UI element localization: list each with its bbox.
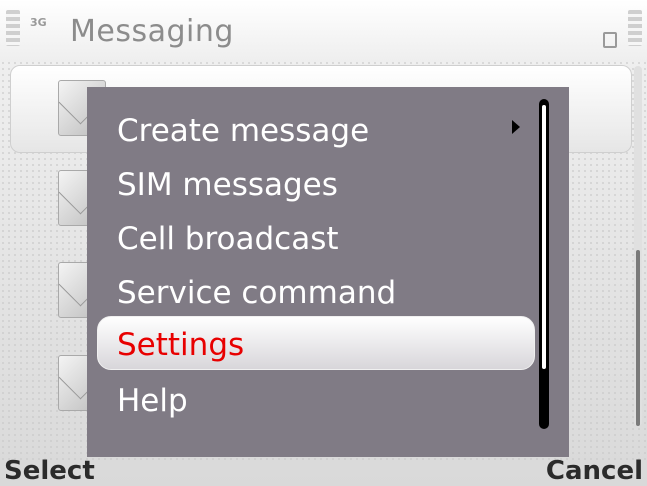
list-scrollbar-thumb[interactable]: [636, 250, 640, 426]
menu-item-service-command[interactable]: Service command: [117, 269, 396, 317]
menu-scrollbar-thumb[interactable]: [542, 105, 546, 369]
submenu-arrow-icon: [512, 120, 520, 134]
cancel-softkey[interactable]: Cancel: [546, 456, 643, 486]
title-bar: 3G Messaging: [0, 0, 647, 62]
phone-screen: 3G Messaging Create message SIM messages…: [0, 0, 647, 486]
menu-item-create-message[interactable]: Create message: [117, 107, 369, 155]
menu-item-sim-messages[interactable]: SIM messages: [117, 161, 338, 209]
select-softkey[interactable]: Select: [4, 456, 95, 486]
menu-item-settings[interactable]: Settings: [117, 321, 244, 369]
network-3g-icon: 3G: [30, 16, 47, 29]
menu-item-help[interactable]: Help: [117, 377, 188, 425]
lock-icon: [603, 32, 617, 48]
options-menu: Create message SIM messages Cell broadca…: [87, 87, 569, 457]
menu-item-cell-broadcast[interactable]: Cell broadcast: [117, 215, 339, 263]
app-title: Messaging: [70, 14, 234, 49]
signal-strength-icon: [6, 10, 20, 46]
battery-icon: [628, 10, 642, 46]
